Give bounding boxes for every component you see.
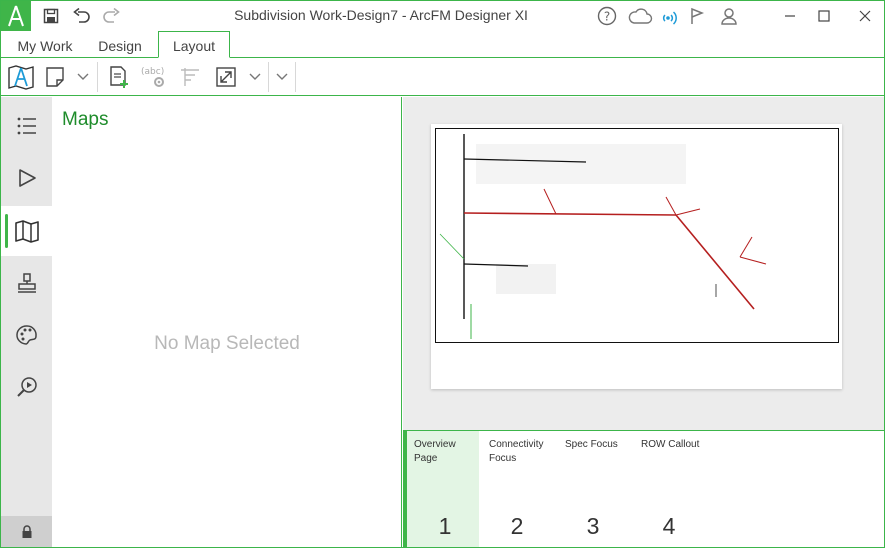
- maximize-button[interactable]: [811, 5, 837, 27]
- tab-layout[interactable]: Layout: [158, 31, 230, 58]
- map-drawing: [439, 134, 767, 339]
- layout-preview: [403, 97, 884, 430]
- empty-state-message: No Map Selected: [154, 333, 300, 354]
- page-thumb-connectivity[interactable]: Connectivity Focus 2: [479, 431, 555, 547]
- search-play-icon[interactable]: [1, 362, 52, 412]
- page-thumb-overview[interactable]: Overview Page 1: [403, 431, 479, 547]
- maps-panel-title: Maps: [62, 109, 109, 130]
- chevron-down-icon[interactable]: [246, 64, 264, 90]
- page-thumb-row-callout[interactable]: ROW Callout 4: [631, 431, 707, 547]
- toolbar-divider: [268, 62, 269, 92]
- svg-text:?: ?: [604, 10, 610, 24]
- app-window: Subdivision Work-Design7 - ArcFM Designe…: [0, 0, 885, 548]
- palette-icon[interactable]: [1, 310, 52, 360]
- page-label: ROW Callout: [641, 439, 700, 450]
- lock-icon[interactable]: [1, 516, 52, 547]
- layout-designer-icon[interactable]: [6, 64, 36, 90]
- signal-icon[interactable]: [660, 6, 680, 26]
- new-page-icon[interactable]: [106, 64, 132, 90]
- page-thumb-spec[interactable]: Spec Focus 3: [555, 431, 631, 547]
- play-icon[interactable]: [1, 153, 52, 203]
- resize-icon[interactable]: [213, 64, 239, 90]
- layout-toolbar: (abc): [1, 58, 884, 96]
- toolbar-divider: [97, 62, 98, 92]
- page-number: 3: [586, 513, 600, 539]
- page-number: 2: [510, 513, 524, 539]
- list-icon[interactable]: [1, 101, 52, 151]
- page-number: 1: [438, 513, 452, 539]
- map-icon[interactable]: [1, 206, 52, 256]
- overflow-chevron-icon[interactable]: [273, 64, 291, 90]
- maps-panel: Maps No Map Selected: [52, 97, 402, 547]
- flag-icon[interactable]: [687, 6, 707, 26]
- page-icon[interactable]: [43, 64, 67, 90]
- close-button[interactable]: [852, 5, 878, 27]
- tab-design[interactable]: Design: [87, 34, 153, 58]
- svg-text:(abc): (abc): [141, 67, 164, 77]
- text-settings-icon[interactable]: (abc): [140, 64, 170, 90]
- active-indicator: [5, 214, 8, 248]
- cloud-icon[interactable]: [627, 6, 653, 26]
- ribbon-tabs: My Work Design Layout: [1, 31, 884, 58]
- stamp-icon[interactable]: [1, 258, 52, 308]
- page-label: Overview Page: [414, 439, 456, 464]
- tab-my-work[interactable]: My Work: [5, 34, 85, 58]
- minimize-button[interactable]: [777, 5, 803, 27]
- help-icon[interactable]: ?: [597, 6, 617, 26]
- side-rail: [1, 97, 52, 547]
- toolbar-divider: [295, 62, 296, 92]
- user-icon[interactable]: [719, 6, 739, 26]
- pages-strip: Overview Page 1 Connectivity Focus 2 Spe…: [403, 430, 884, 547]
- map-thumbnail: [435, 128, 839, 343]
- chevron-down-icon[interactable]: [74, 64, 92, 90]
- page-number: 4: [662, 513, 676, 539]
- grid-settings-icon[interactable]: [178, 64, 202, 90]
- page-label: Connectivity Focus: [489, 439, 544, 464]
- title-bar: Subdivision Work-Design7 - ArcFM Designe…: [1, 1, 884, 31]
- page-label: Spec Focus: [565, 439, 618, 450]
- layout-sheet[interactable]: [431, 124, 842, 389]
